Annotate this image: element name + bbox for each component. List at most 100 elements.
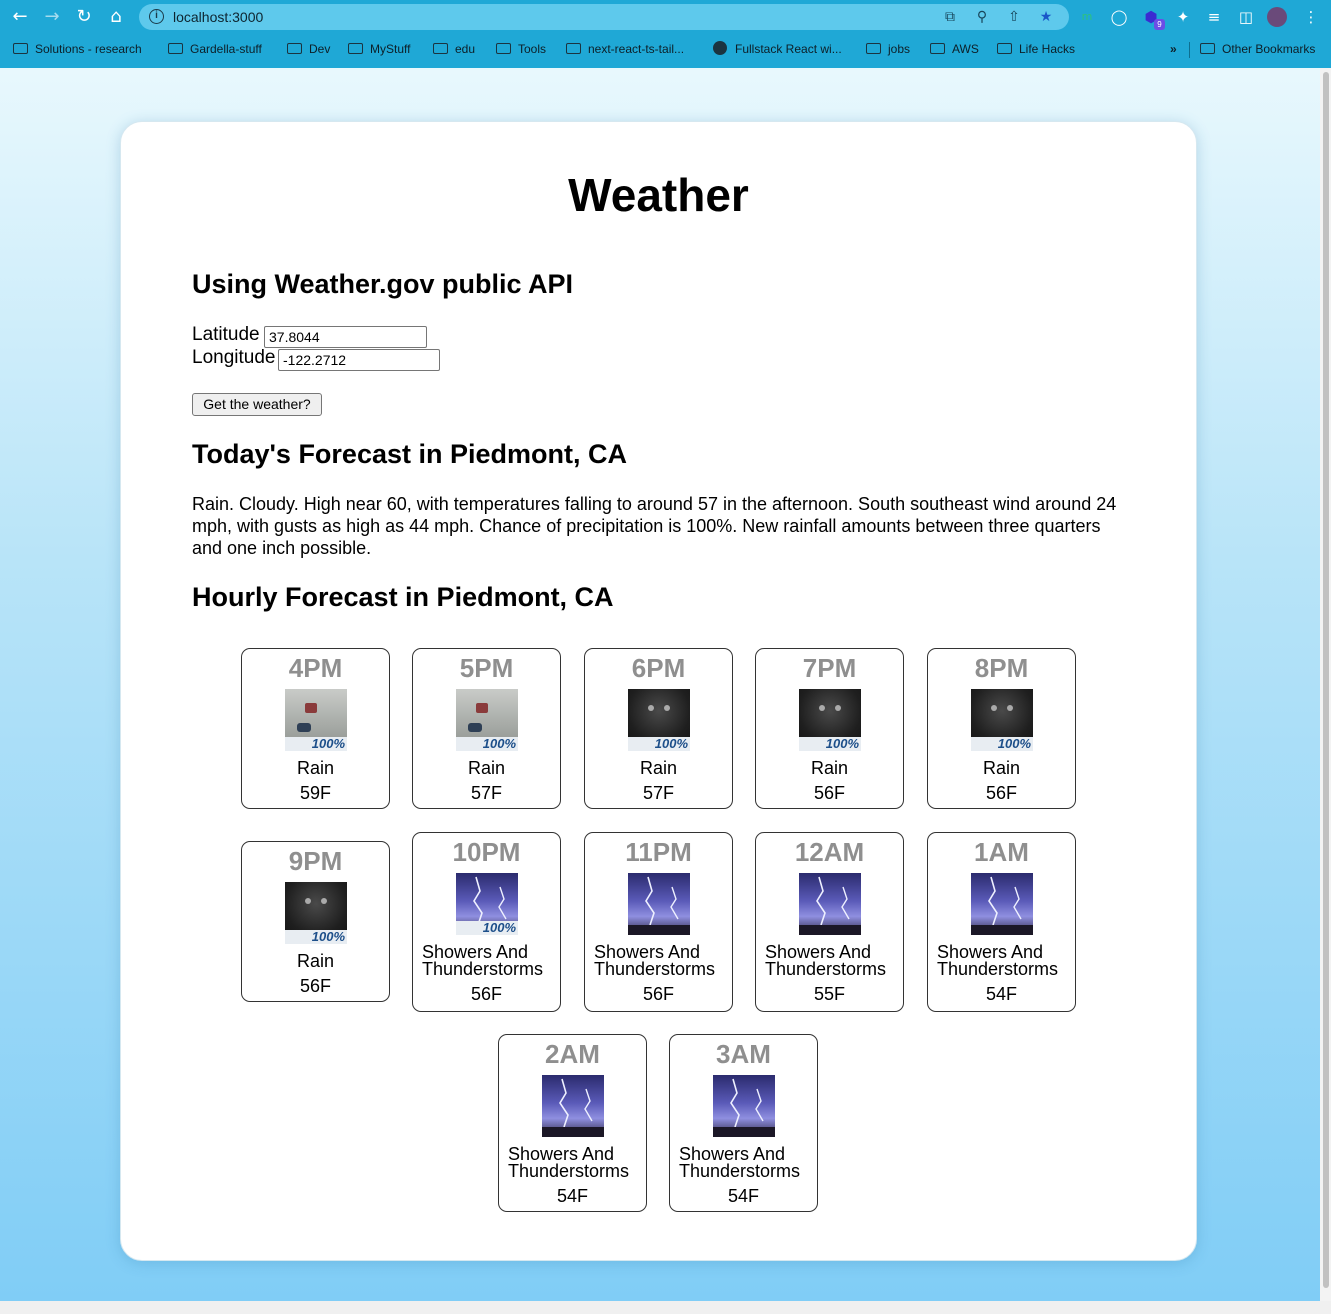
hourly-condition: Rain [639, 758, 678, 778]
hourly-condition: Rain [296, 758, 335, 778]
hourly-time: 9PM [288, 846, 343, 876]
today-forecast-text: Rain. Cloudy. High near 60, with tempera… [192, 494, 1117, 558]
home-icon[interactable]: ⌂ [105, 6, 127, 28]
folder-icon [1200, 43, 1215, 54]
api-heading: Using Weather.gov public API [192, 269, 574, 299]
forward-arrow-icon[interactable]: → [41, 6, 63, 28]
reading-list-icon[interactable]: ≡ [1203, 6, 1225, 28]
extension-circle-icon[interactable]: ◯ [1108, 6, 1130, 28]
folder-icon [496, 43, 511, 54]
profile-avatar[interactable] [1267, 7, 1287, 27]
longitude-input[interactable] [278, 349, 440, 371]
hourly-forecast-heading: Hourly Forecast in Piedmont, CA [192, 582, 614, 612]
hourly-temperature: 56F [813, 783, 846, 803]
folder-icon [930, 43, 945, 54]
extension-m-icon[interactable]: m [1076, 6, 1098, 28]
window-bottom-strip [0, 1301, 1331, 1314]
hourly-temperature: 54F [985, 984, 1018, 1004]
weather-image-rain-night: 100% [628, 689, 690, 751]
hourly-condition: Rain [982, 758, 1021, 778]
hourly-time: 6PM [631, 653, 686, 683]
back-arrow-icon[interactable]: ← [9, 6, 31, 28]
bookmark-gardella-stuff[interactable]: Gardella-stuff [168, 40, 262, 58]
hourly-temperature: 56F [299, 976, 332, 996]
hourly-time: 3AM [716, 1039, 771, 1069]
bookmark-fullstack-react[interactable]: Fullstack React wi... [713, 40, 842, 58]
site-info-icon[interactable]: i [149, 9, 164, 24]
hourly-temperature: 56F [470, 984, 503, 1004]
precip-percent: 100% [654, 736, 688, 751]
scrollbar-thumb[interactable] [1323, 72, 1329, 1288]
hourly-condition: Showers And Thunderstorms [937, 942, 1059, 979]
hourly-card: 10PM 100% Showers And Thunderstorms 56F [412, 832, 561, 1012]
side-panel-icon[interactable]: ◫ [1235, 6, 1257, 28]
address-bar[interactable]: i localhost:3000 ⧉ ⚲ ⇧ ★ [139, 4, 1069, 30]
folder-icon [13, 43, 28, 54]
bookmark-dev[interactable]: Dev [287, 40, 330, 58]
bookmark-star-icon[interactable]: ★ [1037, 8, 1055, 26]
bookmark-mystuff[interactable]: MyStuff [348, 40, 410, 58]
page-scrollbar[interactable] [1320, 68, 1331, 1301]
page-title: Weather [568, 169, 749, 221]
hourly-condition: Showers And Thunderstorms [508, 1144, 630, 1181]
globe-icon [713, 41, 727, 55]
hourly-time: 4PM [288, 653, 343, 683]
bookmark-next-react[interactable]: next-react-ts-tail... [566, 40, 684, 58]
precip-percent: 100% [482, 920, 516, 935]
folder-icon [866, 43, 881, 54]
bookmark-aws[interactable]: AWS [930, 40, 979, 58]
bookmark-tools[interactable]: Tools [496, 40, 546, 58]
hourly-temperature: 56F [985, 783, 1018, 803]
bookmark-life-hacks[interactable]: Life Hacks [997, 40, 1075, 58]
extensions-puzzle-icon[interactable]: ✦ [1172, 6, 1194, 28]
latitude-label: Latitude [192, 324, 260, 345]
browser-chrome: ← → ↻ ⌂ i localhost:3000 ⧉ ⚲ ⇧ ★ m ◯ ⬢ 9… [0, 0, 1331, 68]
folder-icon [433, 43, 448, 54]
hourly-condition: Showers And Thunderstorms [594, 942, 716, 979]
weather-image-thunderstorm [628, 873, 690, 935]
hourly-card: 1AM Showers And Thunderstorms 54F [927, 832, 1076, 1012]
precip-percent: 100% [311, 929, 345, 944]
hourly-time: 11PM [625, 837, 692, 867]
weather-image-thunderstorm [799, 873, 861, 935]
hourly-card: 8PM 100% Rain 56F [927, 648, 1076, 809]
hourly-temperature: 55F [813, 984, 846, 1004]
bookmark-edu[interactable]: edu [433, 40, 475, 58]
bookmark-other-bookmarks[interactable]: Other Bookmarks [1200, 40, 1315, 58]
extension-badge: 9 [1154, 19, 1165, 30]
hourly-temperature: 57F [470, 783, 503, 803]
precip-percent: 100% [825, 736, 859, 751]
weather-image-thunderstorm [713, 1075, 775, 1137]
hourly-condition: Showers And Thunderstorms [422, 942, 544, 979]
page-viewport: Weather Using Weather.gov public API Lat… [0, 68, 1320, 1301]
more-bookmarks-chevron-icon[interactable]: » [1170, 40, 1177, 58]
precip-percent: 100% [997, 736, 1031, 751]
get-weather-button[interactable]: Get the weather? [192, 393, 322, 416]
hourly-card: 3AM Showers And Thunderstorms 54F [669, 1034, 818, 1212]
weather-card: Weather Using Weather.gov public API Lat… [120, 121, 1197, 1261]
hourly-card: 2AM Showers And Thunderstorms 54F [498, 1034, 647, 1212]
weather-image-thunderstorm: 100% [456, 873, 518, 935]
hourly-condition: Showers And Thunderstorms [765, 942, 887, 979]
url-text: localhost:3000 [173, 9, 264, 25]
weather-image-rain-night: 100% [285, 882, 347, 944]
bookmark-jobs[interactable]: jobs [866, 40, 910, 58]
reload-icon[interactable]: ↻ [73, 6, 95, 28]
folder-icon [348, 43, 363, 54]
weather-image-rain-night: 100% [799, 689, 861, 751]
latitude-input[interactable] [264, 326, 427, 348]
share-icon[interactable]: ⇧ [1005, 8, 1023, 26]
weather-image-thunderstorm [971, 873, 1033, 935]
hourly-card: 11PM Showers And Thunderstorms 56F [584, 832, 733, 1012]
hourly-card: 7PM 100% Rain 56F [755, 648, 904, 809]
hourly-time: 2AM [545, 1039, 600, 1069]
hourly-card: 12AM Showers And Thunderstorms 55F [755, 832, 904, 1012]
kebab-menu-icon[interactable]: ⋮ [1300, 6, 1322, 28]
open-in-new-icon[interactable]: ⧉ [941, 8, 959, 26]
precip-percent: 100% [482, 736, 516, 751]
zoom-icon[interactable]: ⚲ [973, 8, 991, 26]
precip-percent: 100% [311, 736, 345, 751]
weather-image-thunderstorm [542, 1075, 604, 1137]
hourly-temperature: 54F [727, 1186, 760, 1206]
bookmark-solutions-research[interactable]: Solutions - research [13, 40, 142, 58]
